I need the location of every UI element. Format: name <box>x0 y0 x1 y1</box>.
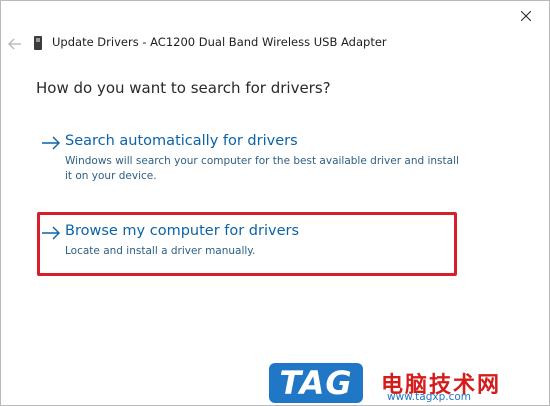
watermark-url: www.tagxp.com <box>387 391 471 403</box>
arrow-right-icon <box>42 226 60 240</box>
title-bar <box>1 1 549 31</box>
update-drivers-dialog: Update Drivers - AC1200 Dual Band Wirele… <box>0 0 550 406</box>
watermark-logo: TAG <box>269 363 363 403</box>
usb-device-icon <box>34 36 42 50</box>
search-automatically-option[interactable]: Search automatically for drivers Windows… <box>41 133 471 182</box>
close-icon <box>521 11 531 21</box>
option-title: Browse my computer for drivers <box>65 223 300 239</box>
option-title: Search automatically for drivers <box>65 133 298 149</box>
option-description: Windows will search your computer for th… <box>65 155 459 182</box>
browse-computer-option[interactable]: Browse my computer for drivers Locate an… <box>41 223 471 259</box>
back-arrow-icon <box>8 38 21 50</box>
dialog-title: Update Drivers - AC1200 Dual Band Wirele… <box>52 35 387 49</box>
page-heading: How do you want to search for drivers? <box>36 79 331 97</box>
close-button[interactable] <box>509 1 543 31</box>
arrow-right-icon <box>42 136 60 150</box>
dialog-header: Update Drivers - AC1200 Dual Band Wirele… <box>1 31 549 57</box>
back-button[interactable] <box>7 36 23 52</box>
option-description: Locate and install a driver manually. <box>65 245 256 257</box>
